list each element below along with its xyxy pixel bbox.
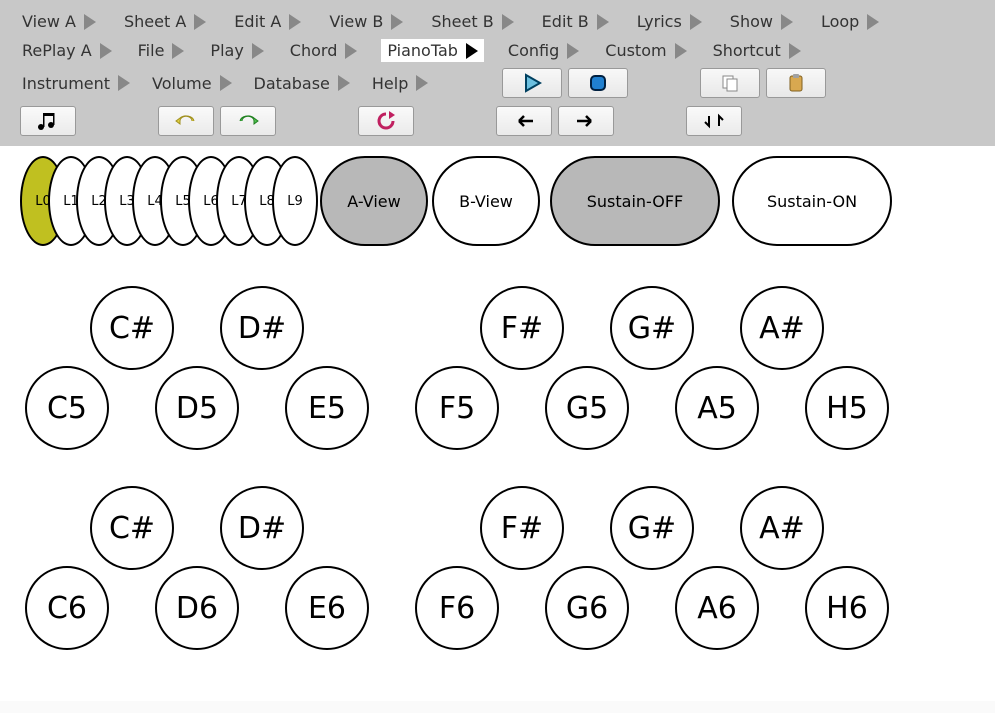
play-icon	[522, 73, 542, 93]
menu-sheet-a[interactable]: Sheet A	[122, 10, 208, 33]
key-g-sharp-5[interactable]: G#	[610, 286, 694, 370]
piano-keys: C# D# F# G# A# C5 D5 E5 F5 G5 A5 H5 C# D…	[20, 276, 975, 696]
layer-row: L0 L1 L2 L3 L4 L5 L6 L7 L8 L9 A-View B-V…	[20, 156, 975, 256]
arrow-left-icon	[513, 113, 535, 129]
key-c5[interactable]: C5	[25, 366, 109, 450]
reload-icon	[375, 111, 397, 131]
menu-row-2: RePlay A File Play Chord PianoTab Config…	[20, 39, 975, 62]
key-g6[interactable]: G6	[545, 566, 629, 650]
sustain-on-button[interactable]: Sustain-ON	[732, 156, 892, 246]
menu-edit-a[interactable]: Edit A	[232, 10, 303, 33]
redo-icon	[236, 112, 260, 130]
notes-icon	[35, 111, 61, 131]
key-d-sharp-6[interactable]: D#	[220, 486, 304, 570]
key-f-sharp-6[interactable]: F#	[480, 486, 564, 570]
sync-icon	[703, 112, 725, 130]
reload-button[interactable]	[358, 106, 414, 136]
copy-button[interactable]	[700, 68, 760, 98]
menu-lyrics[interactable]: Lyrics	[635, 10, 704, 33]
undo-icon	[174, 112, 198, 130]
menu-pianotab[interactable]: PianoTab	[381, 39, 484, 62]
key-d-sharp-5[interactable]: D#	[220, 286, 304, 370]
menu-help[interactable]: Help	[370, 72, 430, 95]
stop-icon	[588, 73, 608, 93]
stop-button[interactable]	[568, 68, 628, 98]
icon-row	[20, 102, 975, 142]
layer-l9[interactable]: L9	[272, 156, 318, 246]
prev-button[interactable]	[496, 106, 552, 136]
next-button[interactable]	[558, 106, 614, 136]
content-area: L0 L1 L2 L3 L4 L5 L6 L7 L8 L9 A-View B-V…	[0, 146, 995, 701]
key-e5[interactable]: E5	[285, 366, 369, 450]
key-g-sharp-6[interactable]: G#	[610, 486, 694, 570]
key-d6[interactable]: D6	[155, 566, 239, 650]
key-a5[interactable]: A5	[675, 366, 759, 450]
key-c-sharp-6[interactable]: C#	[90, 486, 174, 570]
menu-show[interactable]: Show	[728, 10, 795, 33]
key-f-sharp-5[interactable]: F#	[480, 286, 564, 370]
arrow-right-icon	[575, 113, 597, 129]
menu-config[interactable]: Config	[506, 39, 581, 62]
key-f6[interactable]: F6	[415, 566, 499, 650]
menu-volume[interactable]: Volume	[150, 72, 234, 95]
menu-view-b[interactable]: View B	[327, 10, 405, 33]
menu-shortcut[interactable]: Shortcut	[711, 39, 803, 62]
key-g5[interactable]: G5	[545, 366, 629, 450]
menu-custom[interactable]: Custom	[603, 39, 688, 62]
undo-button[interactable]	[158, 106, 214, 136]
key-a6[interactable]: A6	[675, 566, 759, 650]
menu-file[interactable]: File	[136, 39, 187, 62]
menu-loop[interactable]: Loop	[819, 10, 881, 33]
menu-instrument[interactable]: Instrument	[20, 72, 132, 95]
paste-button[interactable]	[766, 68, 826, 98]
key-f5[interactable]: F5	[415, 366, 499, 450]
menu-chord[interactable]: Chord	[288, 39, 360, 62]
key-h6[interactable]: H6	[805, 566, 889, 650]
sustain-off-button[interactable]: Sustain-OFF	[550, 156, 720, 246]
paste-icon	[786, 73, 806, 93]
menu-row-1: View A Sheet A Edit A View B Sheet B Edi…	[20, 10, 975, 33]
b-view-button[interactable]: B-View	[432, 156, 540, 246]
play-button[interactable]	[502, 68, 562, 98]
key-d5[interactable]: D5	[155, 366, 239, 450]
a-view-button[interactable]: A-View	[320, 156, 428, 246]
menu-view-a[interactable]: View A	[20, 10, 98, 33]
menu-edit-b[interactable]: Edit B	[540, 10, 611, 33]
key-h5[interactable]: H5	[805, 366, 889, 450]
menu-row-3: Instrument Volume Database Help	[20, 68, 975, 98]
key-e6[interactable]: E6	[285, 566, 369, 650]
key-a-sharp-6[interactable]: A#	[740, 486, 824, 570]
key-c6[interactable]: C6	[25, 566, 109, 650]
toolbar: View A Sheet A Edit A View B Sheet B Edi…	[0, 0, 995, 146]
menu-play[interactable]: Play	[208, 39, 265, 62]
menu-database[interactable]: Database	[252, 72, 352, 95]
menu-sheet-b[interactable]: Sheet B	[429, 10, 515, 33]
notes-button[interactable]	[20, 106, 76, 136]
redo-button[interactable]	[220, 106, 276, 136]
copy-icon	[720, 73, 740, 93]
menu-replay-a[interactable]: RePlay A	[20, 39, 114, 62]
key-c-sharp-5[interactable]: C#	[90, 286, 174, 370]
key-a-sharp-5[interactable]: A#	[740, 286, 824, 370]
sync-button[interactable]	[686, 106, 742, 136]
